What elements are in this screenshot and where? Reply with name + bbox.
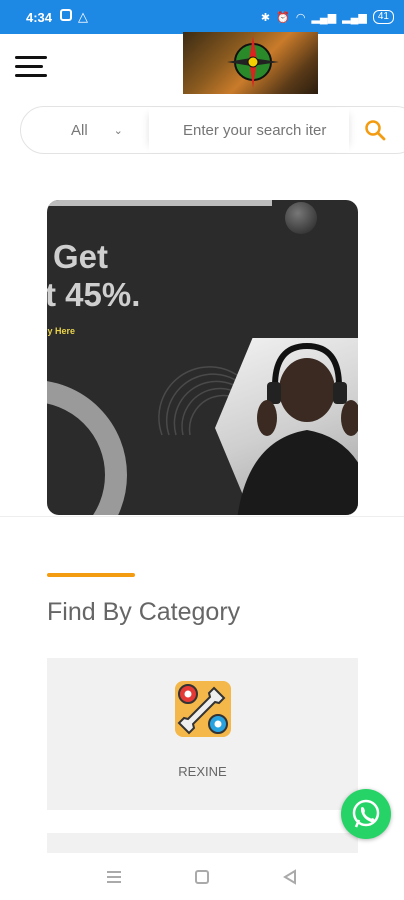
section-accent-line xyxy=(47,573,135,577)
bluetooth-icon: ✱ xyxy=(260,11,271,24)
banner-headline-2: t 45%. xyxy=(47,276,141,313)
app-header xyxy=(0,32,404,96)
banner-cta: ly Here xyxy=(47,326,76,336)
drive-icon: △ xyxy=(78,9,89,24)
signal-icon: ▂▄▆ xyxy=(311,11,337,24)
system-nav-bar xyxy=(0,853,404,900)
alarm-icon: ⏰ xyxy=(276,11,290,24)
search-icon xyxy=(365,120,386,141)
battery-icon: 41 xyxy=(372,10,394,24)
section-title: Find By Category xyxy=(47,598,241,626)
app-notification-icon xyxy=(60,9,73,21)
search-bar: All ⌄ xyxy=(20,106,404,154)
signal2-icon: ▂▄▆ xyxy=(342,11,367,24)
whatsapp-button[interactable] xyxy=(341,789,391,839)
decorative-ring xyxy=(47,380,127,515)
recent-apps-icon[interactable] xyxy=(104,867,124,887)
chevron-down-icon: ⌄ xyxy=(113,124,123,137)
category-select-value: All xyxy=(71,121,88,139)
category-card[interactable] xyxy=(47,833,358,853)
wifi-icon: ◠ xyxy=(295,11,306,24)
category-label: REXINE xyxy=(178,764,227,779)
banner-headline-1: Get xyxy=(53,238,109,275)
compass-logo[interactable] xyxy=(183,32,318,94)
category-card[interactable]: REXINE xyxy=(47,658,358,810)
decorative-ball xyxy=(285,202,317,234)
status-bar: 4:34 △ ✱ ⏰ ◠ ▂▄▆ ▂▄▆ 41 xyxy=(0,0,404,34)
hamburger-icon[interactable] xyxy=(15,56,47,80)
whatsapp-icon xyxy=(352,799,380,828)
home-square-icon[interactable] xyxy=(192,867,212,887)
category-select[interactable]: All ⌄ xyxy=(21,122,149,139)
status-time: 4:34 xyxy=(26,9,53,25)
person-with-headphones-image xyxy=(237,342,358,515)
promo-banner[interactable]: Get t 45%. ly Here xyxy=(47,200,358,515)
back-triangle-icon[interactable] xyxy=(280,867,300,887)
wrench-gears-icon xyxy=(175,681,231,737)
search-input[interactable] xyxy=(149,108,349,152)
search-button[interactable] xyxy=(349,108,401,152)
